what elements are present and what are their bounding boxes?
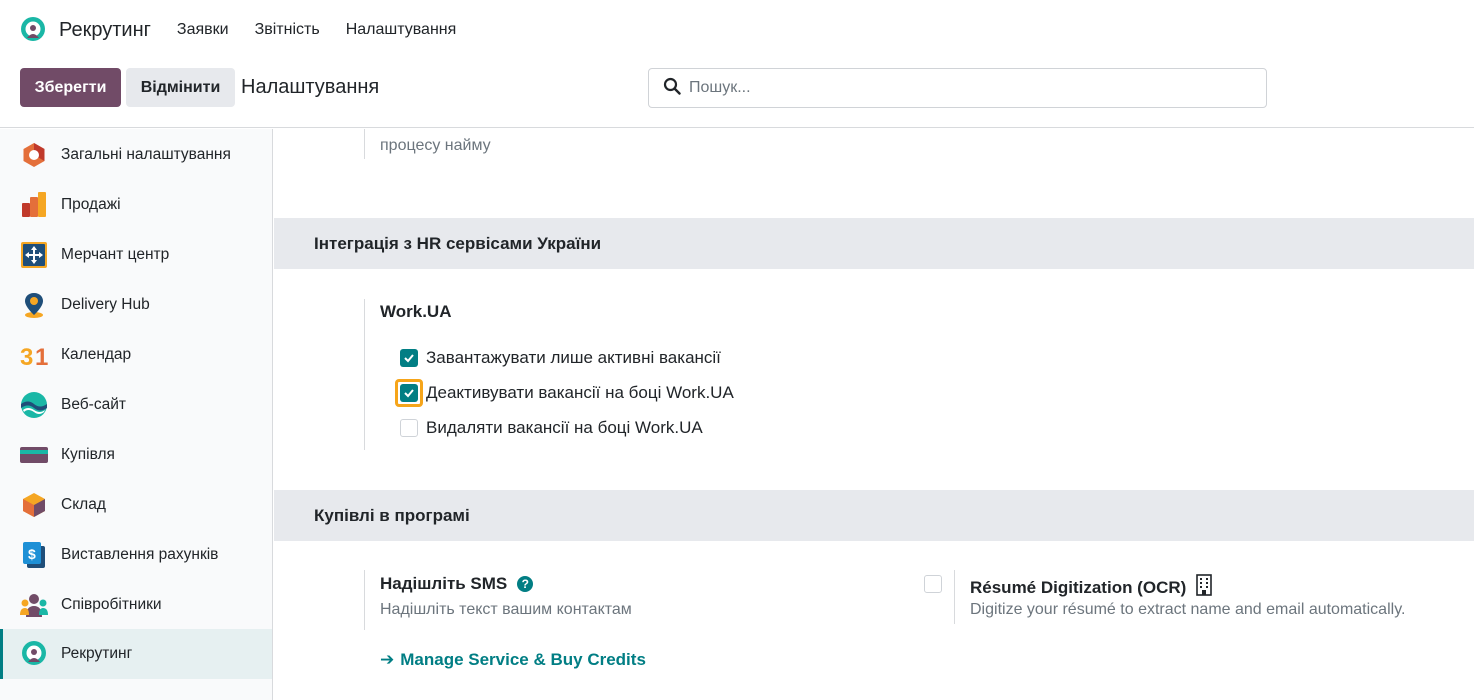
setting-divider (364, 570, 365, 630)
sidebar-item-label: Рекрутинг (61, 645, 133, 662)
menu-applications[interactable]: Заявки (177, 21, 229, 39)
page-title: Налаштування (241, 76, 380, 98)
sidebar-item-label: Загальні налаштування (61, 146, 231, 163)
manage-credits-link[interactable]: ➔ Manage Service & Buy Credits (380, 650, 646, 670)
sidebar-item-label: Delivery Hub (61, 296, 150, 313)
search-box[interactable] (648, 68, 1267, 108)
save-button[interactable]: Зберегти (20, 68, 121, 107)
section-hr-integration: Інтеграція з HR сервісами України (274, 218, 1474, 269)
recruitment-app-icon[interactable] (19, 16, 47, 44)
sidebar-item-delivery-hub[interactable]: Delivery Hub (0, 280, 272, 330)
active-vacancies-label[interactable]: Завантажувати лише активні вакансії (426, 348, 721, 368)
recruitment-icon (20, 640, 48, 668)
app-title[interactable]: Рекрутинг (59, 19, 151, 42)
sidebar-item-inventory[interactable]: Склад (0, 480, 272, 530)
sms-description: Надішліть текст вашим контактам (380, 601, 632, 618)
setting-description: процесу найму (380, 137, 491, 154)
section-in-app-purchases: Купівлі в програмі (274, 490, 1474, 541)
sidebar-item-invoicing[interactable]: $ Виставлення рахунків (0, 530, 272, 580)
ocr-title: Résumé Digitization (OCR) (970, 577, 1187, 597)
inventory-icon (20, 491, 48, 519)
delete-vacancies-checkbox[interactable] (400, 419, 418, 437)
menu-configuration[interactable]: Налаштування (346, 21, 457, 39)
search-input[interactable] (689, 79, 1249, 97)
deactivate-vacancies-label[interactable]: Деактивувати вакансії на боці Work.UA (426, 383, 734, 403)
calendar-icon: 3 1 (20, 341, 48, 371)
top-navbar: Рекрутинг Заявки Звітність Налаштування (0, 0, 1474, 60)
settings-sidebar: Загальні налаштування Продажі Мерчант це… (0, 129, 273, 700)
svg-text:3: 3 (20, 344, 33, 369)
workua-group-title: Work.UA (380, 302, 452, 321)
settings-content: процесу найму Інтеграція з HR сервісами … (274, 129, 1474, 700)
sidebar-item-calendar[interactable]: 3 1 Календар (0, 330, 272, 380)
sidebar-item-label: Календар (61, 346, 132, 363)
employees-icon (20, 591, 48, 619)
delete-vacancies-label[interactable]: Видаляти вакансії на боці Work.UA (426, 418, 703, 438)
invoicing-icon: $ (20, 541, 48, 569)
sales-icon (20, 191, 48, 219)
sidebar-item-label: Співробітники (61, 596, 162, 613)
sidebar-item-general-settings[interactable]: Загальні налаштування (0, 130, 272, 180)
sidebar-item-label: Продажі (61, 196, 121, 213)
manage-credits-label[interactable]: Manage Service & Buy Credits (400, 650, 646, 670)
merchant-center-icon (20, 241, 48, 269)
sidebar-item-sales[interactable]: Продажі (0, 180, 272, 230)
ocr-checkbox[interactable] (924, 575, 942, 593)
sms-setting: Надішліть SMS ? (380, 574, 534, 594)
enterprise-building-icon (1196, 574, 1213, 601)
sidebar-item-label: Веб-сайт (61, 396, 126, 413)
purchase-icon (20, 441, 48, 469)
menu-reporting[interactable]: Звітність (255, 21, 320, 39)
sidebar-item-label: Склад (61, 496, 106, 513)
general-settings-icon (20, 141, 48, 169)
discard-button[interactable]: Відмінити (126, 68, 235, 107)
sidebar-item-label: Мерчант центр (61, 246, 170, 263)
setting-divider (954, 570, 955, 624)
control-panel: Зберегти Відмінити Налаштування (0, 60, 1474, 128)
sidebar-item-purchase[interactable]: Купівля (0, 430, 272, 480)
search-icon (663, 77, 681, 100)
sms-title: Надішліть SMS (380, 574, 508, 593)
sidebar-item-employees[interactable]: Співробітники (0, 580, 272, 630)
svg-text:1: 1 (35, 344, 48, 369)
sidebar-item-label: Купівля (61, 446, 115, 463)
deactivate-vacancies-checkbox[interactable] (400, 384, 418, 402)
setting-divider (364, 299, 365, 450)
sidebar-item-label: Виставлення рахунків (61, 546, 219, 563)
setting-divider (364, 129, 365, 159)
svg-text:$: $ (28, 546, 36, 562)
delivery-hub-icon (20, 291, 48, 319)
ocr-description: Digitize your résumé to extract name and… (970, 601, 1406, 618)
active-vacancies-checkbox[interactable] (400, 349, 418, 367)
sidebar-item-website[interactable]: Веб-сайт (0, 380, 272, 430)
ocr-setting: Résumé Digitization (OCR) (970, 574, 1213, 601)
website-icon (20, 391, 48, 419)
sidebar-item-merchant-center[interactable]: Мерчант центр (0, 230, 272, 280)
sidebar-item-recruitment[interactable]: Рекрутинг (0, 629, 272, 679)
help-icon[interactable]: ? (517, 576, 534, 592)
arrow-right-icon: ➔ (380, 650, 395, 669)
